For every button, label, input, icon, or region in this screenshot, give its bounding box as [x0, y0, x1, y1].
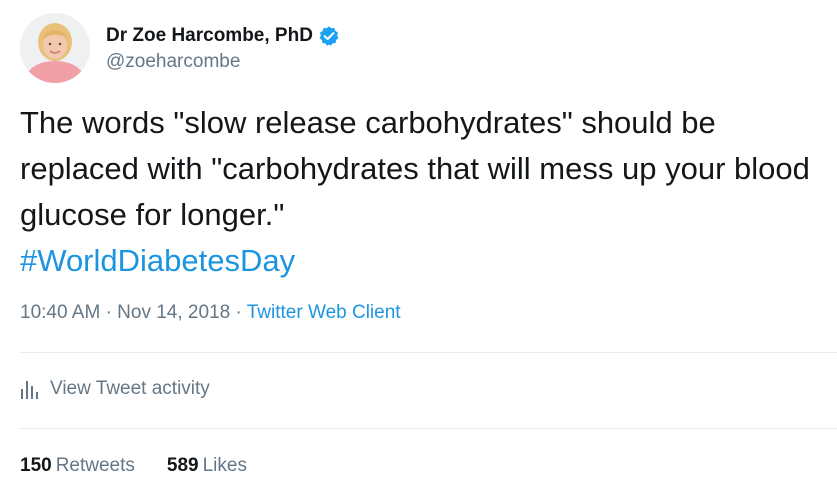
tweet-stats: 150 Retweets 589 Likes [20, 455, 279, 477]
retweets-count: 150 [20, 455, 52, 476]
view-activity-button[interactable]: View Tweet activity [20, 378, 210, 400]
likes-count: 589 [166, 455, 199, 476]
retweets-stat[interactable]: 150 Retweets [20, 455, 135, 477]
display-name[interactable]: Dr Zoe Harcombe, PhD [106, 25, 313, 47]
user-handle[interactable]: @zoeharcombe [106, 51, 340, 73]
divider [20, 352, 837, 353]
view-activity-label: View Tweet activity [50, 378, 210, 399]
likes-stat[interactable]: 589 Likes [167, 455, 247, 477]
meta-separator: · [235, 302, 242, 323]
bar-chart-icon [20, 379, 38, 399]
divider [20, 428, 837, 429]
hashtag-link[interactable]: #WorldDiabetesDay [20, 243, 295, 278]
tweet-text: The words "slow release carbohydrates" s… [20, 100, 820, 284]
tweet-body: The words "slow release carbohydrates" s… [20, 105, 810, 232]
tweet-time[interactable]: 10:40 AM [20, 302, 100, 323]
tweet-date[interactable]: Nov 14, 2018 [117, 302, 230, 323]
tweet-metadata: 10:40 AM · Nov 14, 2018 · Twitter Web Cl… [20, 302, 401, 324]
verified-badge-icon [318, 25, 340, 47]
tweet-header: Dr Zoe Harcombe, PhD @zoeharcombe [20, 10, 340, 86]
avatar[interactable] [20, 13, 90, 83]
meta-separator: · [105, 302, 112, 323]
avatar-image [20, 13, 90, 83]
client-link[interactable]: Twitter Web Client [247, 302, 401, 323]
likes-label: Likes [202, 455, 247, 476]
retweets-label: Retweets [55, 455, 135, 476]
